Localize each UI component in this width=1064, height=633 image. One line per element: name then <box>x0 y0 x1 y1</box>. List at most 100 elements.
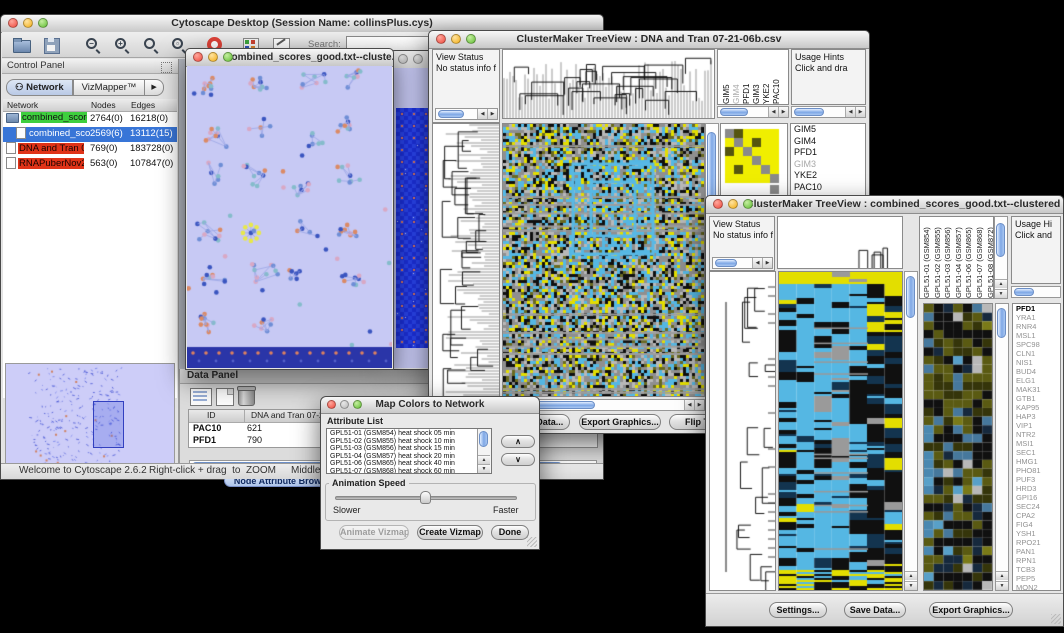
attribute-list-item[interactable]: GPL51-04 (GSM857) heat shock 20 min <box>327 453 491 461</box>
tv1-gene-item[interactable]: GIM4 <box>791 136 865 148</box>
tv2-gene-item[interactable]: GTB1 <box>1013 394 1060 403</box>
tv2-gene-item[interactable]: MSI1 <box>1013 439 1060 448</box>
tv2-column-label[interactable]: GPL51-01 (GSM854) <box>922 219 933 298</box>
tv2-gene-item[interactable]: PHO81 <box>1013 466 1060 475</box>
tv2-gene-item[interactable]: KAP95 <box>1013 403 1060 412</box>
tv1-export-graphics-button[interactable]: Export Graphics... <box>579 414 661 430</box>
tv2-gene-item[interactable]: HRD3 <box>1013 484 1060 493</box>
attribute-list-item[interactable]: GPL51-03 (GSM856) heat shock 15 min <box>327 445 491 453</box>
tv1-similarity-matrix[interactable] <box>720 123 788 197</box>
tv2-gene-item[interactable]: PEP5 <box>1013 574 1060 583</box>
tv1-gene-item[interactable]: YKE2 <box>791 170 865 182</box>
close-button[interactable] <box>327 400 336 409</box>
move-down-button[interactable]: ∨ <box>501 453 535 466</box>
treeview1-titlebar[interactable]: ClusterMaker TreeView : DNA and Tran 07-… <box>429 31 869 49</box>
network1-canvas[interactable] <box>187 66 392 368</box>
tv1-column-label[interactable]: PAC10 <box>772 52 782 104</box>
tv2-labels-vscrollbar[interactable]: ▲▼ <box>994 216 1008 299</box>
tv2-gene-item[interactable]: RNR4 <box>1013 322 1060 331</box>
tv2-gene-item[interactable]: RPO21 <box>1013 538 1060 547</box>
tv2-column-label[interactable]: GPL51-08 (GSM872) <box>986 219 994 298</box>
tv1-gene-item[interactable]: PAC10 <box>791 182 865 194</box>
tv2-gene-item[interactable]: HAP3 <box>1013 412 1060 421</box>
tv2-heatmap[interactable] <box>778 271 903 591</box>
birdseye-canvas[interactable] <box>6 364 174 474</box>
network-tree-row[interactable]: DNA and Tran 07769(0)183728(0) <box>3 142 177 157</box>
save-icon[interactable] <box>42 36 62 53</box>
close-button[interactable] <box>8 18 18 28</box>
tv2-gene-item[interactable]: YSH1 <box>1013 529 1060 538</box>
tv2-gene-item[interactable]: MAK31 <box>1013 385 1060 394</box>
minimize-button[interactable] <box>208 52 218 62</box>
zoom-in-icon[interactable]: + <box>113 36 133 53</box>
animate-vizmap-button[interactable]: Animate Vizmap <box>339 525 409 540</box>
tv2-zoom-vscrollbar[interactable]: ▲▼ <box>995 303 1009 591</box>
tv1-gene-item[interactable]: GIM3 <box>791 159 865 171</box>
close-button[interactable] <box>436 34 446 44</box>
network-tree-row[interactable]: RNAPuberNov2+563(0)107847(0) <box>3 157 177 172</box>
tv2-gene-item[interactable]: NTR2 <box>1013 430 1060 439</box>
tv2-gene-item[interactable]: CPA2 <box>1013 511 1060 520</box>
tv2-column-label[interactable]: GPL51-06 (GSM865) <box>964 219 975 298</box>
tv1-row-dendrogram[interactable] <box>432 123 500 397</box>
birdseye-selection-rect[interactable] <box>93 401 124 448</box>
open-file-icon[interactable] <box>12 36 32 53</box>
treeview2-titlebar[interactable]: ClusterMaker TreeView : combined_scores_… <box>706 196 1063 214</box>
minimize-button[interactable] <box>451 34 461 44</box>
create-vizmap-button[interactable]: Create Vizmap <box>417 525 483 540</box>
tv2-zoom-heatmap[interactable] <box>923 303 993 591</box>
delete-attribute-trash-icon[interactable] <box>238 388 255 406</box>
tv2-gene-item[interactable]: SEC1 <box>1013 448 1060 457</box>
zoom-button[interactable] <box>353 400 362 409</box>
network-table-header[interactable]: Network Nodes Edges <box>3 99 177 112</box>
attribute-list-item[interactable]: GPL51-02 (GSM855) heat shock 10 min <box>327 438 491 446</box>
minimize-button[interactable] <box>340 400 349 409</box>
tv2-gene-item[interactable]: VIP1 <box>1013 421 1060 430</box>
move-up-button[interactable]: ∧ <box>501 435 535 448</box>
tv2-gene-item[interactable]: YRA1 <box>1013 313 1060 322</box>
tv2-gene-item[interactable]: MSL1 <box>1013 331 1060 340</box>
resize-grip[interactable] <box>1051 614 1061 624</box>
tv2-column-label[interactable]: GPL51-07 (GSM868) <box>975 219 986 298</box>
tv2-gene-item[interactable]: MON2 <box>1013 583 1060 591</box>
tv1-labels-hscrollbar[interactable]: ◀▶ <box>717 106 789 118</box>
zoom-button[interactable] <box>466 34 476 44</box>
tv1-column-label[interactable]: GIM3 <box>752 52 762 104</box>
tv1-column-label[interactable]: GIM5 <box>722 52 732 104</box>
tv2-gene-item[interactable]: TCB3 <box>1013 565 1060 574</box>
attribute-list[interactable]: GPL51-01 (GSM854) heat shock 05 minGPL51… <box>326 428 492 474</box>
tab-overflow-arrow[interactable]: ▶ <box>145 79 163 96</box>
tv2-column-label[interactable]: GPL51-03 (GSM856) <box>943 219 954 298</box>
tv1-column-label[interactable]: YKE2 <box>762 52 772 104</box>
tab-network[interactable]: ⚇ Network <box>6 79 73 96</box>
tab-vizmapper[interactable]: VizMapper™ <box>73 79 146 96</box>
tv2-gene-item[interactable]: BUD4 <box>1013 367 1060 376</box>
attribute-list-item[interactable]: GPL51-07 (GSM868) heat shock 60 min <box>327 468 491 474</box>
tv1-heatmap[interactable] <box>502 123 705 397</box>
tv2-gene-item[interactable]: ELG1 <box>1013 376 1060 385</box>
animation-speed-slider-thumb[interactable] <box>420 491 431 504</box>
tv2-gene-item[interactable]: PFD1 <box>1013 304 1060 313</box>
tv2-gene-item[interactable]: NIS1 <box>1013 358 1060 367</box>
close-button[interactable] <box>193 52 203 62</box>
tv2-column-labels-panel[interactable]: GPL51-01 (GSM854)GPL51-02 (GSM855)GPL51-… <box>919 216 994 299</box>
network1-view[interactable] <box>187 66 392 368</box>
close-button[interactable] <box>398 54 408 64</box>
tv1-column-dendrogram[interactable] <box>502 49 715 119</box>
tv2-column-label[interactable]: GPL51-04 (GSM857) <box>954 219 965 298</box>
tv2-heatmap-vscrollbar[interactable]: ▲▼ <box>904 271 918 591</box>
minimize-button[interactable] <box>413 54 423 64</box>
zoom-selected-icon[interactable] <box>142 36 162 53</box>
tv2-row-dendrogram[interactable] <box>709 271 776 591</box>
tv2-gene-item[interactable]: FIG4 <box>1013 520 1060 529</box>
tv1-gene-item[interactable]: PFD1 <box>791 147 865 159</box>
tv1-column-labels-panel[interactable]: GIM5GIM4PFD1GIM3YKE2PAC10 <box>717 49 789 105</box>
dialog-titlebar[interactable]: Map Colors to Network <box>321 397 539 414</box>
birdseye-panel[interactable] <box>5 363 175 475</box>
tv2-gene-item[interactable]: SEC24 <box>1013 502 1060 511</box>
done-button[interactable]: Done <box>491 525 529 540</box>
tv2-gene-item[interactable]: PAN1 <box>1013 547 1060 556</box>
tv1-column-label[interactable]: GIM4 <box>732 52 742 104</box>
attribute-list-vscrollbar[interactable]: ▲▼ <box>477 429 491 473</box>
tv2-gene-item[interactable]: PUF3 <box>1013 475 1060 484</box>
